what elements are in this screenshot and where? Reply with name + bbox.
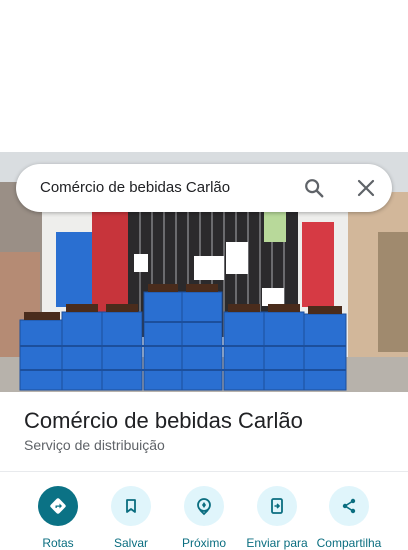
close-icon[interactable] [356,178,376,198]
send-to-phone-label: Enviar para [246,536,308,550]
share-label: Compartilha [316,536,382,550]
place-title: Comércio de bebidas Carlão [24,408,303,433]
action-bar: Rotas Salvar Próximo Enviar para Compart… [0,486,408,550]
directions-label: Rotas [42,536,74,550]
divider [0,471,408,472]
send-to-phone-button[interactable]: Enviar para [240,486,314,550]
save-label: Salvar [113,536,148,550]
share-icon [329,486,369,526]
share-button[interactable]: Compartilha [312,486,386,550]
directions-icon [38,486,78,526]
save-button[interactable]: Salvar [94,486,168,550]
nearby-button[interactable]: Próximo [167,486,241,550]
send-to-phone-icon [257,486,297,526]
search-input[interactable]: Comércio de bebidas Carlão [40,164,230,212]
search-icon[interactable] [303,177,325,199]
place-category: Serviço de distribuição [24,437,165,453]
directions-button[interactable]: Rotas [21,486,95,550]
search-bar[interactable]: Comércio de bebidas Carlão [16,164,392,212]
nearby-label: Próximo [181,536,226,550]
map-area [0,0,408,152]
bookmark-icon [111,486,151,526]
nearby-icon [184,486,224,526]
